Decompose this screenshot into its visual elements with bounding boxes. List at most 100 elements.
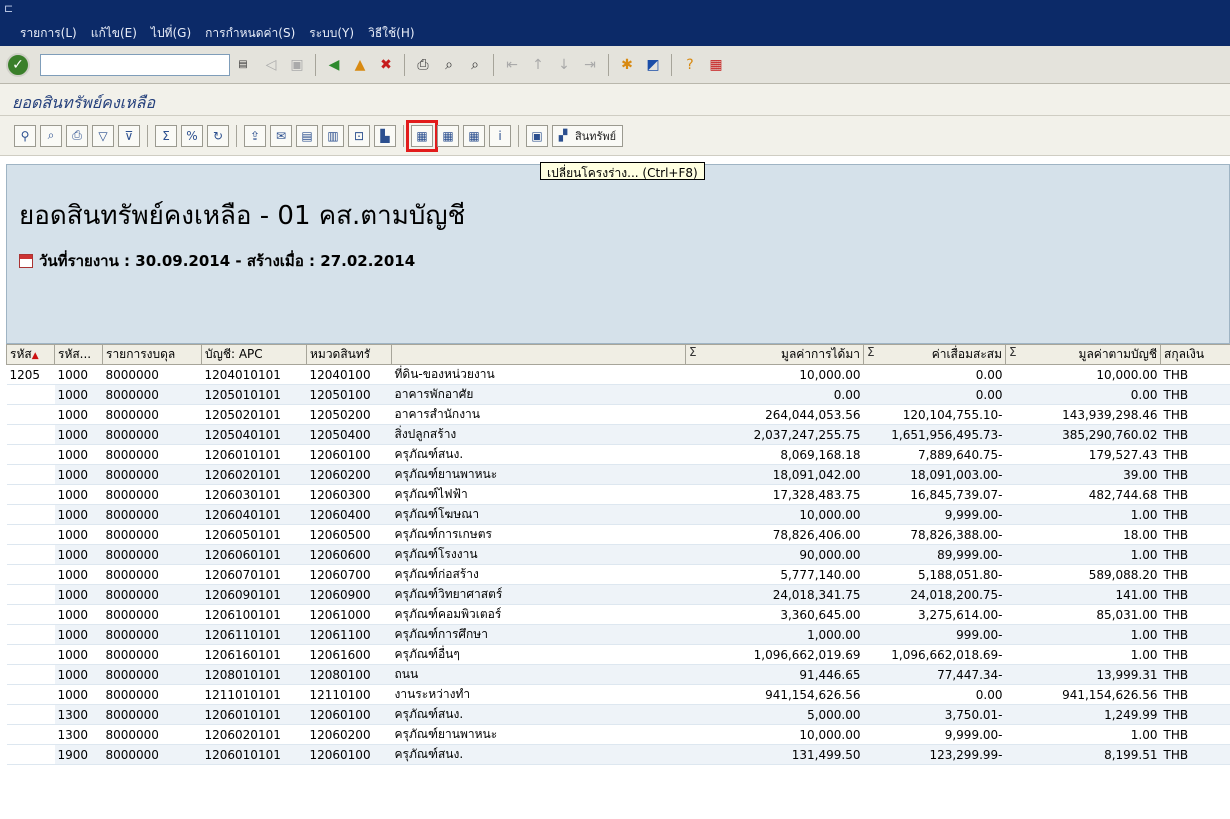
table-row[interactable]: 1000 8000000 1206070101 12060700 ครุภัณฑ์ก่อ… — [6, 564, 1230, 585]
col-header-acquisition-value[interactable]: Σ มูลค่าการได้มา — [685, 344, 864, 365]
cell-bus-area[interactable]: 1000 — [54, 604, 103, 625]
cell-balance-item[interactable]: 8000000 — [102, 424, 202, 445]
cell-book-value[interactable]: 141.00 — [1005, 584, 1161, 605]
cell-apc-account[interactable]: 1206010101 — [201, 744, 307, 765]
cell-company[interactable] — [6, 664, 55, 685]
local-file-icon[interactable]: ⊡ — [348, 124, 370, 147]
cell-apc-account[interactable]: 1206060101 — [201, 544, 307, 565]
cell-balance-item[interactable]: 8000000 — [102, 644, 202, 665]
cell-book-value[interactable]: 1.00 — [1005, 504, 1161, 525]
cell-company[interactable] — [6, 624, 55, 645]
cell-company[interactable] — [6, 604, 55, 625]
table-row[interactable]: 1000 8000000 1206160101 12061600 ครุภัณฑ์อื่… — [6, 644, 1230, 665]
cell-currency[interactable]: THB — [1160, 464, 1230, 485]
cell-description[interactable]: ครุภัณฑ์สนง. — [391, 704, 686, 725]
cell-company[interactable] — [6, 744, 55, 765]
cell-book-value[interactable]: 385,290,760.02 — [1005, 424, 1161, 445]
cell-currency[interactable]: THB — [1160, 384, 1230, 405]
cell-asset-class[interactable]: 12060900 — [306, 584, 392, 605]
cell-currency[interactable]: THB — [1160, 444, 1230, 465]
cell-description[interactable]: สิ่งปลูกสร้าง — [391, 424, 686, 445]
cell-acquisition-value[interactable]: 78,826,406.00 — [685, 524, 864, 545]
cell-asset-class[interactable]: 12060400 — [306, 504, 392, 525]
cell-balance-item[interactable]: 8000000 — [102, 504, 202, 525]
cell-apc-account[interactable]: 1205010101 — [201, 384, 307, 405]
cell-acquisition-value[interactable]: 10,000.00 — [685, 364, 864, 385]
cell-description[interactable]: ครุภัณฑ์โฆษณา — [391, 504, 686, 525]
cell-currency[interactable]: THB — [1160, 644, 1230, 665]
save-layout-icon[interactable]: ▦ — [463, 124, 485, 147]
cell-balance-item[interactable]: 8000000 — [102, 664, 202, 685]
select-layout-icon[interactable]: ▦ — [437, 124, 459, 147]
cell-asset-class[interactable]: 12050100 — [306, 384, 392, 405]
cell-apc-account[interactable]: 1206160101 — [201, 644, 307, 665]
sum-icon[interactable]: Σ — [155, 124, 177, 147]
next-page-icon[interactable]: ↓ — [553, 54, 575, 76]
print-preview-icon[interactable]: ⎙ — [66, 124, 88, 147]
asset-button[interactable]: ▞ สินทรัพย์ — [552, 124, 624, 147]
command-field[interactable] — [40, 53, 230, 76]
col-header-bus-area[interactable]: รหัส... — [54, 344, 103, 365]
cell-apc-account[interactable]: 1206010101 — [201, 704, 307, 725]
cell-acquisition-value[interactable]: 90,000.00 — [685, 544, 864, 565]
table-row[interactable]: 1000 8000000 1206010101 12060100 ครุภัณฑ์สนง… — [6, 444, 1230, 465]
cell-acquisition-value[interactable]: 24,018,341.75 — [685, 584, 864, 605]
cell-currency[interactable]: THB — [1160, 724, 1230, 745]
cell-acquisition-value[interactable]: 91,446.65 — [685, 664, 864, 685]
cell-bus-area[interactable]: 1000 — [54, 684, 103, 705]
cell-description[interactable]: อาคารสำนักงาน — [391, 404, 686, 425]
cell-balance-item[interactable]: 8000000 — [102, 464, 202, 485]
help-icon[interactable]: ? — [679, 54, 701, 76]
cell-description[interactable]: ที่ดิน-ของหน่วยงาน — [391, 364, 686, 385]
cell-company[interactable]: 1205 — [6, 364, 55, 385]
send-icon[interactable]: ✉ — [270, 124, 292, 147]
cell-asset-class[interactable]: 12080100 — [306, 664, 392, 685]
new-session-icon[interactable]: ✱ — [616, 54, 638, 76]
cell-currency[interactable]: THB — [1160, 664, 1230, 685]
cell-apc-account[interactable]: 1208010101 — [201, 664, 307, 685]
table-row[interactable]: 1000 8000000 1206100101 12061000 ครุภัณฑ์คอม… — [6, 604, 1230, 625]
cell-description[interactable]: ครุภัณฑ์โรงงาน — [391, 544, 686, 565]
cell-currency[interactable]: THB — [1160, 424, 1230, 445]
cell-book-value[interactable]: 1.00 — [1005, 544, 1161, 565]
zoom-icon[interactable]: ⌕ — [40, 124, 62, 147]
cell-book-value[interactable]: 482,744.68 — [1005, 484, 1161, 505]
col-header-asset-class[interactable]: หมวดสินทรั — [306, 344, 392, 365]
cell-acquisition-value[interactable]: 10,000.00 — [685, 724, 864, 745]
cell-accum-depreciation[interactable]: 89,999.00- — [863, 544, 1006, 565]
information-icon[interactable]: i — [489, 124, 511, 147]
cell-asset-class[interactable]: 12061100 — [306, 624, 392, 645]
table-row[interactable]: 1000 8000000 1206060101 12060600 ครุภัณฑ์โรง… — [6, 544, 1230, 565]
cell-description[interactable]: ครุภัณฑ์การเกษตร — [391, 524, 686, 545]
cell-acquisition-value[interactable]: 0.00 — [685, 384, 864, 405]
cell-bus-area[interactable]: 1000 — [54, 544, 103, 565]
cell-book-value[interactable]: 1.00 — [1005, 644, 1161, 665]
cell-book-value[interactable]: 85,031.00 — [1005, 604, 1161, 625]
cell-company[interactable] — [6, 484, 55, 505]
cell-currency[interactable]: THB — [1160, 584, 1230, 605]
table-row[interactable]: 1000 8000000 1206040101 12060400 ครุภัณฑ์โฆษ… — [6, 504, 1230, 525]
col-header-company[interactable]: รหัส▲ — [6, 344, 55, 365]
cell-accum-depreciation[interactable]: 0.00 — [863, 384, 1006, 405]
set-filter-icon[interactable]: ▽ — [92, 124, 114, 147]
cell-bus-area[interactable]: 1000 — [54, 384, 103, 405]
col-header-apc-account[interactable]: บัญชี: APC — [201, 344, 307, 365]
cell-asset-class[interactable]: 12060700 — [306, 564, 392, 585]
subtotal-icon[interactable]: % — [181, 124, 203, 147]
cell-apc-account[interactable]: 1205020101 — [201, 404, 307, 425]
table-row[interactable]: 1000 8000000 1206110101 12061100 ครุภัณฑ์การ… — [6, 624, 1230, 645]
cell-company[interactable] — [6, 584, 55, 605]
cell-accum-depreciation[interactable]: 16,845,739.07- — [863, 484, 1006, 505]
cell-asset-class[interactable]: 12060100 — [306, 704, 392, 725]
cell-book-value[interactable]: 13,999.31 — [1005, 664, 1161, 685]
save-icon[interactable]: ▣ — [286, 54, 308, 76]
cell-currency[interactable]: THB — [1160, 524, 1230, 545]
cell-accum-depreciation[interactable]: 9,999.00- — [863, 504, 1006, 525]
cell-currency[interactable]: THB — [1160, 404, 1230, 425]
menu-system[interactable]: ระบบ(Y) — [309, 24, 354, 43]
table-row[interactable]: 1300 8000000 1206020101 12060200 ครุภัณฑ์ยาน… — [6, 724, 1230, 745]
cell-description[interactable]: ครุภัณฑ์ยานพาหนะ — [391, 464, 686, 485]
cell-accum-depreciation[interactable]: 123,299.99- — [863, 744, 1006, 765]
cell-asset-class[interactable]: 12050200 — [306, 404, 392, 425]
cell-book-value[interactable]: 0.00 — [1005, 384, 1161, 405]
